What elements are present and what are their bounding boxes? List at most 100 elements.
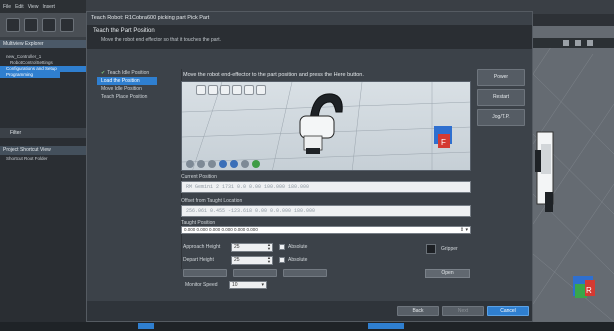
rotate-tool-icon[interactable] [220, 85, 230, 95]
step-move-idle[interactable]: Move Idle Position [97, 85, 181, 93]
monitor-speed-select[interactable]: 10 ▾ [229, 281, 267, 289]
cylinder-tool-icon[interactable] [219, 160, 227, 168]
shortcut-panel-title: Project Shortcut View [0, 146, 86, 155]
filter-bar[interactable]: Filter [0, 128, 86, 138]
depart-height-input[interactable]: 25 ▲ ▼ [231, 256, 273, 265]
monitor-speed-value: 10 [232, 282, 238, 288]
preview-bottom-toolbar [186, 160, 260, 168]
step-label: Move Idle Position [101, 86, 142, 92]
taught-position-value: 0.000 0.000 0.000 0.000 0.000 0.000 [184, 227, 258, 232]
menu-file[interactable]: File [3, 4, 11, 10]
robot-3d-preview[interactable]: F [181, 81, 471, 171]
svg-text:R: R [586, 286, 592, 295]
back-button[interactable]: Back [397, 306, 439, 316]
spinner-arrows-icon[interactable]: ▲ ▼ [267, 243, 271, 251]
status-badge-2 [368, 323, 404, 329]
menu-bar: File Edit View Insert [0, 0, 86, 13]
viewport-tool-3[interactable] [587, 40, 593, 46]
menu-insert[interactable]: Insert [42, 4, 55, 10]
depart-height-label: Depart Height [183, 257, 214, 263]
explorer-title: Multiview Explorer [0, 40, 86, 48]
spin-arrows-icon[interactable]: ⇕ ▾ [460, 227, 468, 233]
depart-absolute-checkbox[interactable] [279, 257, 285, 263]
dialog-body: ✔ Teach Idle Position Load the Position M… [87, 49, 532, 301]
dialog-title: Teach Robot: R1Cobra600 picking part Pic… [87, 12, 532, 25]
jog-button[interactable]: Jog/T.P. [477, 109, 525, 126]
preview-scene: F [182, 82, 470, 170]
approach-absolute-checkbox[interactable] [279, 244, 285, 250]
depart-absolute-label: Absolute [288, 257, 308, 263]
dialog-footer: Back Next Cancel [87, 301, 532, 321]
view-cube-icon: F [434, 126, 452, 148]
cancel-button[interactable]: Cancel [487, 306, 529, 316]
viewport-toolbar [533, 38, 614, 48]
spinner-arrows-icon[interactable]: ▲ ▼ [267, 256, 271, 264]
step-content: Move the robot end-effector to the part … [181, 69, 471, 305]
toolbar-button-2[interactable] [24, 18, 38, 32]
step-teach-idle[interactable]: ✔ Teach Idle Position [97, 69, 181, 77]
offset-field: 256.061 0.455 -123.618 0.00 0.0.000 180.… [181, 205, 471, 217]
move-button-2[interactable] [233, 269, 277, 277]
filter-label: Filter [10, 130, 22, 136]
settings-tool-icon[interactable] [256, 85, 266, 95]
next-button[interactable]: Next [442, 306, 484, 316]
monitor-speed-label: Monitor Speed [185, 282, 218, 288]
chevron-down-icon: ▾ [261, 282, 264, 288]
gripper-label: Gripper [441, 246, 458, 252]
menu-edit[interactable]: Edit [15, 4, 24, 10]
viewport-scene: R [532, 14, 614, 323]
svg-text:F: F [441, 138, 446, 147]
menu-view[interactable]: View [28, 4, 39, 10]
gripper-icon[interactable] [426, 244, 436, 254]
checkmark-icon: ✔ [101, 70, 106, 76]
multiview-explorer: Multiview Explorer new_Controller_1 Robo… [0, 40, 86, 322]
shortcut-root-folder[interactable]: Shortcut Root Folder [6, 156, 48, 161]
robot-control-buttons: Power Restart Jog/T.P. [477, 69, 525, 129]
sync-tool-icon[interactable] [230, 160, 238, 168]
power-button[interactable]: Power [477, 69, 525, 86]
move-button-3[interactable] [283, 269, 327, 277]
dialog-header-subtitle: Move the robot end effector so that it t… [101, 37, 221, 43]
toolbar-button-3[interactable] [42, 18, 56, 32]
status-bar [0, 322, 614, 331]
play-tool-icon[interactable] [252, 160, 260, 168]
camera-tool-icon[interactable] [208, 160, 216, 168]
view-cube-icon: R [573, 276, 595, 298]
taught-position-select[interactable]: 0.000 0.000 0.000 0.000 0.000 0.000 ⇕ ▾ [181, 226, 471, 234]
measure-tool-icon[interactable] [197, 160, 205, 168]
toolbar-button-1[interactable] [6, 18, 20, 32]
viewport-tool-2[interactable] [575, 40, 581, 46]
instruction-text: Move the robot end-effector to the part … [183, 72, 364, 78]
step-load-position[interactable]: Load the Position [97, 77, 157, 85]
restart-button[interactable]: Restart [477, 89, 525, 106]
toolbar-button-4[interactable] [60, 18, 74, 32]
select-tool-icon[interactable] [196, 85, 206, 95]
step-teach-place[interactable]: Teach Place Position [97, 93, 181, 101]
zoom-tool-icon[interactable] [232, 85, 242, 95]
depart-height-value: 25 [234, 257, 240, 263]
status-badge-1 [138, 323, 154, 329]
dialog-header: Teach the Part Position Move the robot e… [87, 25, 532, 49]
3d-viewport[interactable]: R [532, 14, 614, 323]
move-button-1[interactable] [183, 269, 227, 277]
move-tool-icon[interactable] [208, 85, 218, 95]
offset-label: Offset from Taught Location [181, 198, 243, 204]
gripper-open-button[interactable]: Open [425, 269, 470, 278]
current-position-label: Current Position [181, 174, 217, 180]
step-label: Teach Idle Position [107, 70, 150, 76]
viewport-tool-1[interactable] [563, 40, 569, 46]
step-label: Teach Place Position [101, 94, 148, 100]
tree-item-programming[interactable]: Programming [0, 72, 60, 78]
step-label: Load the Position [101, 78, 140, 84]
pen-tool-icon[interactable] [186, 160, 194, 168]
record-tool-icon[interactable] [241, 160, 249, 168]
teach-robot-dialog: Teach Robot: R1Cobra600 picking part Pic… [86, 11, 533, 322]
preview-toolbar [196, 85, 266, 95]
view-tool-icon[interactable] [244, 85, 254, 95]
dialog-header-title: Teach the Part Position [93, 28, 155, 34]
main-toolbar [0, 13, 86, 37]
approach-height-input[interactable]: 25 ▲ ▼ [231, 243, 273, 252]
approach-height-label: Approach Height [183, 244, 221, 250]
approach-absolute-label: Absolute [288, 244, 308, 250]
wizard-steps: ✔ Teach Idle Position Load the Position M… [97, 69, 182, 269]
